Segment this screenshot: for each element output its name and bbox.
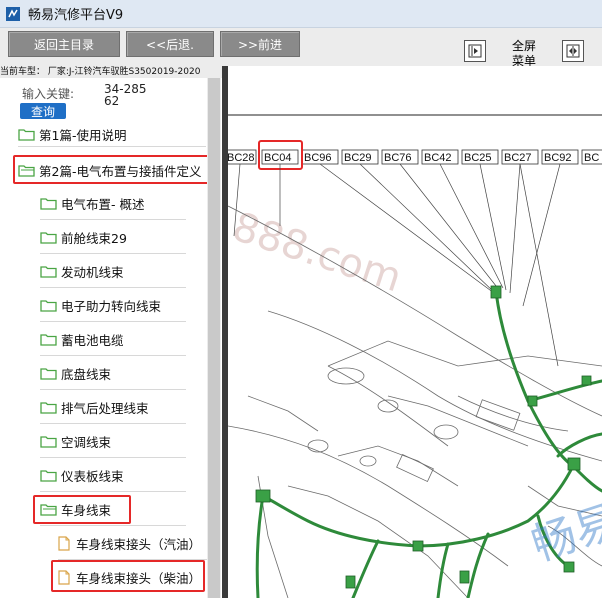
folder-icon	[18, 128, 35, 141]
tree-separator	[40, 287, 186, 288]
tree-separator	[40, 355, 186, 356]
folder-icon	[40, 401, 57, 414]
tree-item-engine-harness[interactable]: 发动机线束	[40, 258, 124, 284]
tree-separator	[40, 457, 186, 458]
window-title: 畅易汽修平台V9	[28, 8, 124, 23]
current-vehicle: 当前车型： 厂家:J-江铃汽车驭胜S3502019-2020	[0, 64, 230, 78]
connector-label: BC28	[228, 152, 255, 164]
tree-separator	[40, 219, 186, 220]
connector-label: BC76	[384, 152, 412, 164]
query-button[interactable]: 查询	[20, 103, 66, 119]
search-label: 输入关键:	[22, 87, 75, 101]
highlight-box	[33, 495, 131, 524]
highlight-box	[13, 155, 212, 184]
toolbar: 返回主目录 <<后退. >>前进 全屏 菜单	[0, 28, 602, 69]
tree-item-body-connector-gas[interactable]: 车身线束接头（汽油）	[58, 530, 201, 556]
tree-scrollbar[interactable]	[207, 78, 221, 598]
tree-separator	[40, 253, 186, 254]
app-window: { "window": { "title": "畅易汽修平台V9" }, "to…	[0, 0, 602, 598]
connector-label: BC25	[464, 152, 492, 164]
wiring-diagram-view[interactable]: BC28 BC04 BC96 BC29 BC76 BC42 BC25 BC27 …	[228, 66, 602, 598]
tree-item-exhaust-harness[interactable]: 排气后处理线束	[40, 394, 149, 420]
tree-item-front-harness[interactable]: 前舱线束29	[40, 224, 127, 250]
tree-separator	[40, 321, 186, 322]
expand-panel-button[interactable]	[562, 40, 584, 62]
fullscreen-menu-label[interactable]: 全屏 菜单	[497, 39, 551, 69]
highlight-box	[51, 560, 205, 592]
tree-separator	[40, 525, 186, 526]
folder-icon	[40, 231, 57, 244]
tree-item-overview[interactable]: 电气布置- 概述	[40, 190, 144, 216]
connector-label: BC	[584, 152, 599, 164]
scroll-thumb[interactable]	[208, 78, 220, 598]
folder-icon	[40, 299, 57, 312]
back-button[interactable]: <<后退.	[126, 31, 214, 57]
tree-separator	[18, 146, 206, 147]
wiring-diagram: BC28 BC04 BC96 BC29 BC76 BC42 BC25 BC27 …	[228, 114, 602, 598]
tree-item-part1[interactable]: 第1篇-使用说明	[18, 123, 126, 145]
search-input[interactable]: 34-28562	[104, 83, 154, 107]
folder-icon	[40, 435, 57, 448]
folder-icon	[40, 333, 57, 346]
watermark-text: 888.com	[228, 204, 407, 302]
tree-separator	[40, 423, 186, 424]
tree-item-eps-harness[interactable]: 电子助力转向线束	[40, 292, 161, 318]
app-logo-icon	[6, 6, 20, 21]
connector-label: BC96	[304, 152, 332, 164]
connector-label: BC92	[544, 152, 572, 164]
connector-label: BC04	[264, 152, 292, 164]
collapse-panel-button[interactable]	[464, 40, 486, 62]
connector-label: BC27	[504, 152, 532, 164]
connector-label: BC29	[344, 152, 372, 164]
tree-item-chassis-harness[interactable]: 底盘线束	[40, 360, 111, 386]
forward-button[interactable]: >>前进	[220, 31, 300, 57]
folder-icon	[40, 197, 57, 210]
expand-arrows-icon	[566, 44, 580, 58]
folder-icon	[40, 469, 57, 482]
tree-item-battery-cable[interactable]: 蓄电池电缆	[40, 326, 124, 352]
tree-separator	[40, 389, 186, 390]
folder-icon	[40, 265, 57, 278]
tree-item-ip-harness[interactable]: 仪表板线束	[40, 462, 124, 488]
connector-label: BC42	[424, 152, 452, 164]
folder-icon	[40, 367, 57, 380]
tree-separator	[40, 491, 186, 492]
home-button[interactable]: 返回主目录	[8, 31, 120, 57]
tree-item-ac-harness[interactable]: 空调线束	[40, 428, 111, 454]
title-bar: 畅易汽修平台V9	[0, 0, 602, 28]
document-icon	[58, 535, 70, 551]
panel-arrow-icon	[468, 44, 482, 58]
left-panel: 输入关键: 34-28562 查询 第1篇-使用说明 第2篇-电气布置与接插件定…	[0, 78, 224, 598]
